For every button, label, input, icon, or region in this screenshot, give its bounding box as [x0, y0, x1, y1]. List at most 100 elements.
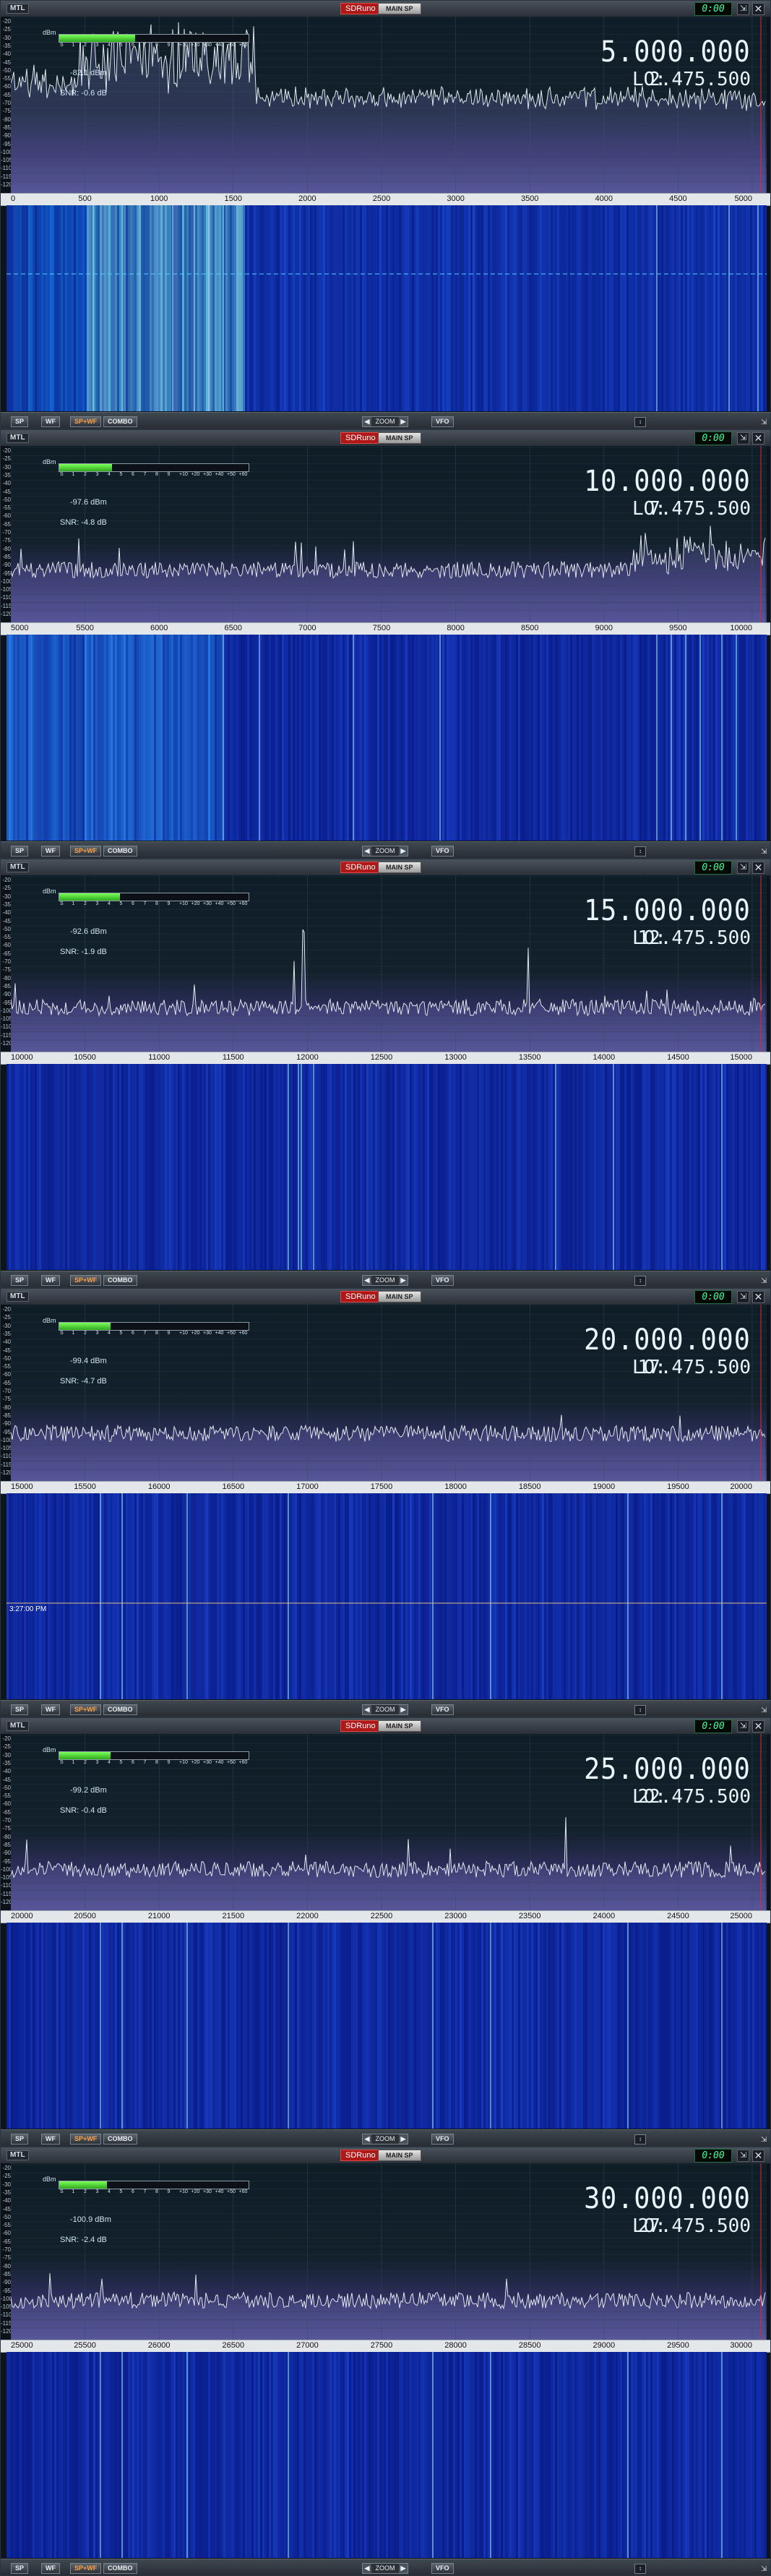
zoom-in-icon[interactable]: ▶	[399, 417, 408, 426]
wf-button[interactable]: WF	[41, 1275, 60, 1286]
sp-button[interactable]: SP	[11, 846, 29, 856]
wf-button[interactable]: WF	[41, 2563, 60, 2574]
sp-wf-button[interactable]: SP+WF	[70, 1704, 102, 1715]
resize-grip-icon[interactable]: ⇲	[761, 1706, 767, 1714]
sp-wf-button[interactable]: SP+WF	[70, 2134, 102, 2144]
resize-icon[interactable]: ⇲	[737, 3, 749, 15]
zoom-in-icon[interactable]: ▶	[399, 846, 408, 856]
window-menu-button[interactable]: MTL	[7, 433, 29, 443]
zoom-control[interactable]: ◀ ZOOM ▶	[362, 1275, 408, 1286]
lo-frequency[interactable]: 22.475.500	[637, 1786, 751, 1808]
frequency-axis[interactable]: 0 500 1000 1500 2000 2500 3000 3500 4000 4500 5000	[1, 193, 770, 206]
vfo-button[interactable]: VFO	[431, 1275, 454, 1286]
spectrum-display[interactable]: dBm S 1 2 3 4 5 6 7 8 9 +10 +20 +30 +40 +50 +60 -97.6 d…	[11, 446, 767, 622]
spectrum-display[interactable]: dBm S 1 2 3 4 5 6 7 8 9 +10 +20 +30 +40 +50 +60 -100.9 …	[11, 2163, 767, 2340]
splitter-handle-icon[interactable]: ↕	[634, 2134, 646, 2144]
resize-icon[interactable]: ⇲	[737, 1291, 749, 1303]
wf-button[interactable]: WF	[41, 1704, 60, 1715]
sp-wf-button[interactable]: SP+WF	[70, 1275, 102, 1286]
close-icon[interactable]: ✕	[752, 2150, 764, 2162]
spectrum-display[interactable]: dBm S 1 2 3 4 5 6 7 8 9 +10 +20 +30 +40 +50 +60 -99.4 d…	[11, 1305, 767, 1481]
lo-frequency[interactable]: 27.475.500	[637, 2215, 751, 2237]
zoom-out-icon[interactable]: ◀	[363, 417, 371, 426]
zoom-out-icon[interactable]: ◀	[363, 2564, 371, 2573]
sp-button[interactable]: SP	[11, 1704, 29, 1715]
zoom-out-icon[interactable]: ◀	[363, 846, 371, 856]
window-menu-button[interactable]: MTL	[7, 4, 29, 14]
close-icon[interactable]: ✕	[752, 432, 764, 445]
zoom-in-icon[interactable]: ▶	[399, 2134, 408, 2144]
frequency-axis[interactable]: 25000 25500 26000 26500 27000 27500 28000 28500…	[1, 2340, 770, 2353]
resize-grip-icon[interactable]: ⇲	[761, 1277, 767, 1285]
main-sp-tab[interactable]: MAIN SP	[378, 2150, 421, 2161]
frequency-display[interactable]: 10.000.000	[584, 466, 751, 497]
resize-icon[interactable]: ⇲	[737, 1720, 749, 1733]
window-menu-button[interactable]: MTL	[7, 1292, 29, 1302]
resize-grip-icon[interactable]: ⇲	[761, 2565, 767, 2573]
combo-button[interactable]: COMBO	[103, 416, 137, 427]
vfo-button[interactable]: VFO	[431, 2563, 454, 2574]
frequency-axis[interactable]: 20000 20500 21000 21500 22000 22500 23000 23500…	[1, 1910, 770, 1923]
frequency-display[interactable]: 20.000.000	[584, 1325, 751, 1355]
lo-frequency[interactable]: 2.475.500	[649, 69, 751, 90]
frequency-axis[interactable]: 15000 15500 16000 16500 17000 17500 18000 18500…	[1, 1481, 770, 1494]
vfo-button[interactable]: VFO	[431, 846, 454, 856]
waterfall-display[interactable]	[7, 1923, 767, 2129]
resize-icon[interactable]: ⇲	[737, 862, 749, 874]
close-icon[interactable]: ✕	[752, 862, 764, 874]
combo-button[interactable]: COMBO	[103, 846, 137, 856]
zoom-control[interactable]: ◀ ZOOM ▶	[362, 2134, 408, 2144]
lo-frequency[interactable]: 7.475.500	[649, 498, 751, 520]
zoom-control[interactable]: ◀ ZOOM ▶	[362, 846, 408, 856]
window-menu-button[interactable]: MTL	[7, 862, 29, 872]
splitter-handle-icon[interactable]: ↕	[634, 2564, 646, 2574]
spectrum-display[interactable]: dBm S 1 2 3 4 5 6 7 8 9 +10 +20 +30 +40 +50 +60 -99.2 d…	[11, 1734, 767, 1910]
frequency-axis[interactable]: 10000 10500 11000 11500 12000 12500 13000 13500…	[1, 1052, 770, 1065]
combo-button[interactable]: COMBO	[103, 2134, 137, 2144]
close-icon[interactable]: ✕	[752, 1720, 764, 1733]
sp-wf-button[interactable]: SP+WF	[70, 2563, 102, 2574]
sp-button[interactable]: SP	[11, 2134, 29, 2144]
sp-button[interactable]: SP	[11, 2563, 29, 2574]
resize-icon[interactable]: ⇲	[737, 432, 749, 445]
resize-grip-icon[interactable]: ⇲	[761, 848, 767, 856]
zoom-in-icon[interactable]: ▶	[399, 1276, 408, 1285]
resize-grip-icon[interactable]: ⇲	[761, 418, 767, 426]
wf-button[interactable]: WF	[41, 416, 60, 427]
splitter-handle-icon[interactable]: ↕	[634, 846, 646, 856]
main-sp-tab[interactable]: MAIN SP	[378, 862, 421, 873]
zoom-control[interactable]: ◀ ZOOM ▶	[362, 1704, 408, 1715]
combo-button[interactable]: COMBO	[103, 1704, 137, 1715]
spectrum-display[interactable]: dBm S 1 2 3 4 5 6 7 8 9 +10 +20 +30 +40 +50 +60 -92.6 d…	[11, 875, 767, 1052]
lo-frequency[interactable]: 12.475.500	[637, 927, 751, 949]
frequency-axis[interactable]: 5000 5500 6000 6500 7000 7500 8000 8500 9000 9500…	[1, 622, 770, 635]
frequency-display[interactable]: 25.000.000	[584, 1754, 751, 1785]
main-sp-tab[interactable]: MAIN SP	[378, 432, 421, 444]
main-sp-tab[interactable]: MAIN SP	[378, 1720, 421, 1732]
sp-button[interactable]: SP	[11, 1275, 29, 1286]
sp-button[interactable]: SP	[11, 416, 29, 427]
resize-icon[interactable]: ⇲	[737, 2150, 749, 2162]
combo-button[interactable]: COMBO	[103, 1275, 137, 1286]
spectrum-display[interactable]: dBm S 1 2 3 4 5 6 7 8 9 +10 +20 +30 +40 +50 +60 -82.1 d…	[11, 17, 767, 193]
vfo-button[interactable]: VFO	[431, 1704, 454, 1715]
resize-grip-icon[interactable]: ⇲	[761, 2136, 767, 2144]
vfo-button[interactable]: VFO	[431, 416, 454, 427]
waterfall-display[interactable]	[7, 635, 767, 841]
frequency-display[interactable]: 5.000.000	[600, 37, 751, 67]
close-icon[interactable]: ✕	[752, 1291, 764, 1303]
zoom-control[interactable]: ◀ ZOOM ▶	[362, 2563, 408, 2574]
zoom-out-icon[interactable]: ◀	[363, 2134, 371, 2144]
waterfall-display[interactable]: 3:27:00 PM	[7, 1493, 767, 1699]
close-icon[interactable]: ✕	[752, 3, 764, 15]
wf-button[interactable]: WF	[41, 846, 60, 856]
zoom-out-icon[interactable]: ◀	[363, 1276, 371, 1285]
zoom-in-icon[interactable]: ▶	[399, 1705, 408, 1714]
combo-button[interactable]: COMBO	[103, 2563, 137, 2574]
lo-frequency[interactable]: 17.475.500	[637, 1357, 751, 1378]
frequency-display[interactable]: 15.000.000	[584, 896, 751, 926]
frequency-display[interactable]: 30.000.000	[584, 2184, 751, 2214]
window-menu-button[interactable]: MTL	[7, 1721, 29, 1731]
sp-wf-button[interactable]: SP+WF	[70, 846, 102, 856]
main-sp-tab[interactable]: MAIN SP	[378, 3, 421, 14]
